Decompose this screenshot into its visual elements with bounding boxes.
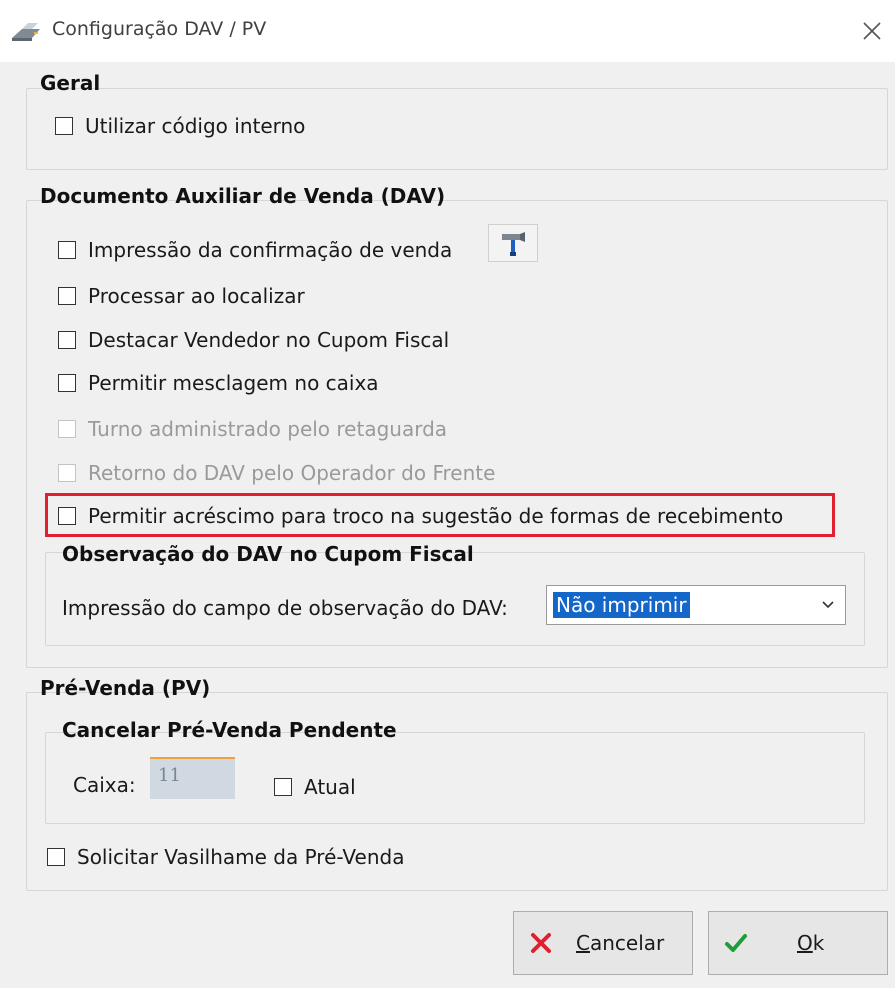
ok-button[interactable]: Ok xyxy=(708,911,888,975)
retorno-dav-checkbox: Retorno do DAV pelo Operador do Frente xyxy=(58,461,495,485)
ok-button-label: Ok xyxy=(797,931,825,955)
impressao-config-button[interactable] xyxy=(488,224,538,262)
impressao-confirmacao-checkbox[interactable]: Impressão da confirmação de venda xyxy=(58,238,452,262)
dav-group-title: Documento Auxiliar de Venda (DAV) xyxy=(40,184,446,208)
cancel-button[interactable]: Cancelar xyxy=(513,911,693,975)
utilizar-codigo-interno-checkbox[interactable]: Utilizar código interno xyxy=(55,114,305,138)
chevron-down-icon[interactable] xyxy=(821,598,835,612)
checkbox-label: Destacar Vendedor no Cupom Fiscal xyxy=(88,328,450,352)
destacar-vendedor-checkbox[interactable]: Destacar Vendedor no Cupom Fiscal xyxy=(58,328,449,352)
x-icon xyxy=(528,932,554,954)
checkbox-label: Impressão da confirmação de venda xyxy=(88,238,453,262)
printer-icon xyxy=(12,23,40,41)
caixa-label: Caixa: xyxy=(73,773,136,797)
cancelar-pre-venda-title: Cancelar Pré-Venda Pendente xyxy=(62,718,397,742)
checkbox-label: Turno administrado pelo retaguarda xyxy=(88,417,448,441)
cancel-button-label: Cancelar xyxy=(576,931,665,955)
caixa-input[interactable]: 11 xyxy=(150,757,235,799)
solicitar-vasilhame-checkbox[interactable]: Solicitar Vasilhame da Pré-Venda xyxy=(47,845,404,869)
impressao-observacao-select[interactable]: Não imprimir xyxy=(546,585,846,625)
title-bar: Configuração DAV / PV xyxy=(0,0,895,62)
impressao-observacao-label: Impressão do campo de observação do DAV: xyxy=(62,596,508,620)
checkmark-icon xyxy=(723,932,749,954)
checkbox-box[interactable] xyxy=(58,507,76,525)
checkbox-label: Atual xyxy=(304,775,356,799)
turno-administrado-checkbox: Turno administrado pelo retaguarda xyxy=(58,417,447,441)
checkbox-box[interactable] xyxy=(274,778,292,796)
geral-group-title: Geral xyxy=(40,71,101,95)
checkbox-box[interactable] xyxy=(58,331,76,349)
checkbox-box[interactable] xyxy=(55,117,73,135)
checkbox-label: Processar ao localizar xyxy=(88,284,305,308)
checkbox-box xyxy=(58,420,76,438)
atual-checkbox[interactable]: Atual xyxy=(274,775,356,799)
select-value: Não imprimir xyxy=(553,592,690,618)
checkbox-label: Retorno do DAV pelo Operador do Frente xyxy=(88,461,496,485)
window-title: Configuração DAV / PV xyxy=(52,18,267,40)
checkbox-label: Utilizar código interno xyxy=(85,114,306,138)
permitir-acrescimo-checkbox[interactable]: Permitir acréscimo para troco na sugestã… xyxy=(58,504,783,528)
checkbox-box[interactable] xyxy=(58,287,76,305)
checkbox-label: Permitir mesclagem no caixa xyxy=(88,371,379,395)
checkbox-box[interactable] xyxy=(58,241,76,259)
processar-ao-localizar-checkbox[interactable]: Processar ao localizar xyxy=(58,284,305,308)
checkbox-label: Permitir acréscimo para troco na sugestã… xyxy=(88,504,784,528)
observacao-group-title: Observação do DAV no Cupom Fiscal xyxy=(62,542,474,566)
pv-group-title: Pré-Venda (PV) xyxy=(40,676,211,700)
checkbox-label: Solicitar Vasilhame da Pré-Venda xyxy=(77,845,405,869)
checkbox-box[interactable] xyxy=(47,848,65,866)
hammer-icon xyxy=(502,232,525,256)
close-button[interactable] xyxy=(855,14,889,48)
close-icon xyxy=(863,22,881,40)
checkbox-box xyxy=(58,464,76,482)
permitir-mesclagem-checkbox[interactable]: Permitir mesclagem no caixa xyxy=(58,371,379,395)
checkbox-box[interactable] xyxy=(58,374,76,392)
